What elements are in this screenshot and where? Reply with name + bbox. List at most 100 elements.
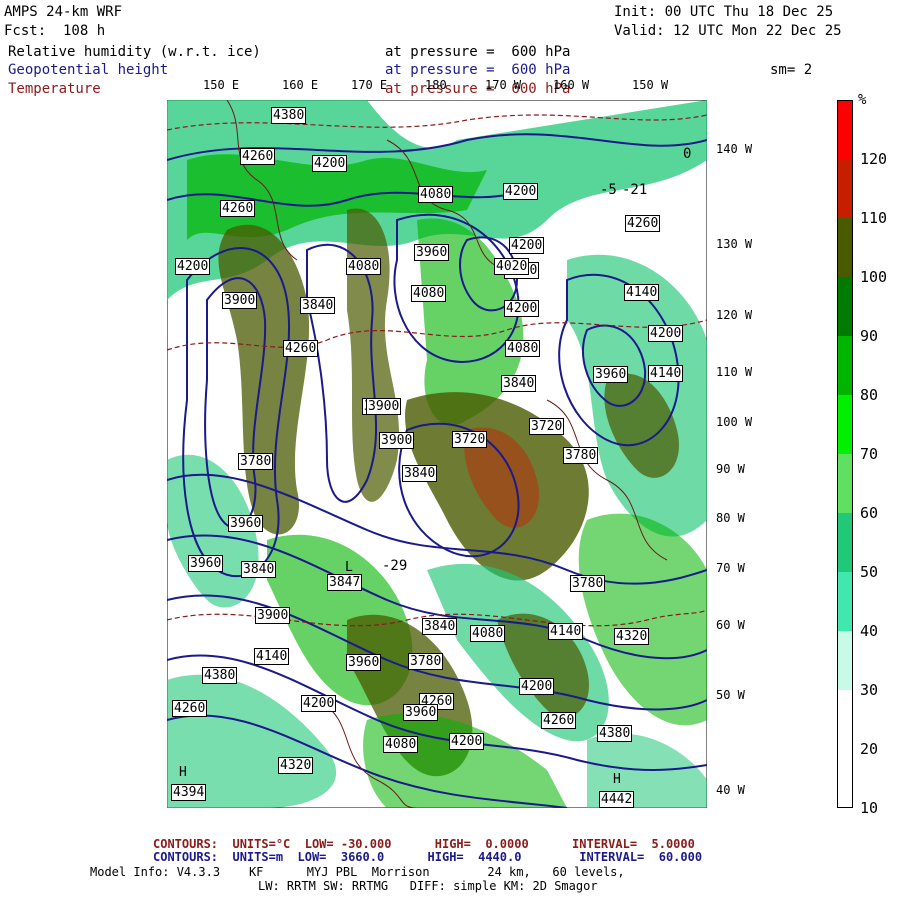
height-contour-label: 3780 xyxy=(563,447,599,464)
physics-info: LW: RRTM SW: RRTMG DIFF: simple KM: 2D S… xyxy=(258,879,598,893)
colorbar-segment xyxy=(837,218,853,277)
colorbar-segment xyxy=(837,395,853,454)
height-contour-label: 3960 xyxy=(346,654,382,671)
model-title: AMPS 24-km WRF xyxy=(4,4,123,20)
colorbar-tick-label: 30 xyxy=(860,681,879,699)
lon-label-top: 170 W xyxy=(485,78,522,92)
model-info: Model Info: V4.3.3 KF MYJ PBL Morrison 2… xyxy=(90,865,625,879)
temp-label: -21 xyxy=(622,182,648,198)
lon-label-top: 180 xyxy=(425,78,447,92)
lon-label-top: 160 E xyxy=(282,78,319,92)
high-pressure-value: 4442 xyxy=(599,791,635,808)
colorbar-tick-label: 60 xyxy=(860,504,879,522)
height-contour-label: 3780 xyxy=(238,453,274,470)
temp-label: -29 xyxy=(382,558,408,574)
height-contour-label: 4260 xyxy=(240,148,276,165)
smoothing-label: sm= 2 xyxy=(770,62,813,78)
height-contour-label: 4260 xyxy=(541,712,577,729)
height-contour-label: 4260 xyxy=(625,215,661,232)
height-contour-label: 4020 xyxy=(494,258,530,275)
colorbar-unit: % xyxy=(858,92,867,108)
lon-label-right: 120 W xyxy=(716,308,753,322)
height-contour-label: 4200 xyxy=(301,695,337,712)
lon-label-top: 150 W xyxy=(632,78,669,92)
colorbar-segment xyxy=(837,277,853,336)
height-contour-label: 4200 xyxy=(175,258,211,275)
field-rh-name: Relative humidity (w.r.t. ice) xyxy=(8,44,261,60)
height-contour-label: 4080 xyxy=(418,186,454,203)
height-contour-label: 3900 xyxy=(222,292,258,309)
height-contour-label: 4140 xyxy=(254,648,290,665)
colorbar-segment xyxy=(837,159,853,218)
lon-label-right: 110 W xyxy=(716,365,753,379)
height-contour-label: 4140 xyxy=(648,365,684,382)
height-contour-label: 3840 xyxy=(422,618,458,635)
colorbar-segment xyxy=(837,454,853,513)
height-contour-label: 3840 xyxy=(300,297,336,314)
height-contour-info: CONTOURS: UNITS=m LOW= 3660.0 HIGH= 4440… xyxy=(153,850,703,864)
height-contour-label: 4320 xyxy=(278,757,314,774)
field-height-level: at pressure = 600 hPa xyxy=(385,62,571,78)
valid-time: Valid: 12 UTC Mon 22 Dec 25 xyxy=(614,23,842,39)
init-time: Init: 00 UTC Thu 18 Dec 25 xyxy=(614,4,834,20)
lon-label-right: 130 W xyxy=(716,237,753,251)
height-contour-label: 3960 xyxy=(593,366,629,383)
height-contour-label: 4200 xyxy=(509,237,545,254)
colorbar-segment xyxy=(837,336,853,395)
height-contour-label: 3960 xyxy=(228,515,264,532)
height-contour-label: 3840 xyxy=(241,561,277,578)
field-temp-level: at pressure = 600 hPa xyxy=(385,81,571,97)
height-contour-label: 3780 xyxy=(408,653,444,670)
height-contour-label: 4140 xyxy=(624,284,660,301)
lon-label-right: 80 W xyxy=(716,511,745,525)
colorbar-segment xyxy=(837,631,853,690)
colorbar-tick-label: 90 xyxy=(860,327,879,345)
high-pressure-value: 4394 xyxy=(171,784,207,801)
height-contour-label: 4140 xyxy=(548,623,584,640)
height-contour-label: 3840 xyxy=(501,375,537,392)
height-contour-label: 4260 xyxy=(220,200,256,217)
colorbar-tick-label: 110 xyxy=(860,209,888,227)
colorbar-segment xyxy=(837,100,853,159)
height-contour-label: 3780 xyxy=(570,575,606,592)
height-contour-label: 4200 xyxy=(504,300,540,317)
height-contour-label: 4260 xyxy=(283,340,319,357)
height-contour-label: 4080 xyxy=(346,258,382,275)
lon-label-top: 170 E xyxy=(351,78,388,92)
colorbar-tick-label: 80 xyxy=(860,386,879,404)
colorbar-tick-label: 10 xyxy=(860,799,879,817)
colorbar-segment xyxy=(837,572,853,631)
height-contour-label: 4200 xyxy=(519,678,555,695)
colorbar-segment xyxy=(837,690,853,749)
height-contour-label: 3900 xyxy=(366,398,402,415)
temp-label: 0 xyxy=(683,146,692,162)
high-pressure-mark: H xyxy=(179,765,187,780)
height-contour-label: 4080 xyxy=(470,625,506,642)
field-rh-level: at pressure = 600 hPa xyxy=(385,44,571,60)
lon-label-right: 70 W xyxy=(716,561,745,575)
lon-label-right: 100 W xyxy=(716,415,753,429)
height-contour-label: 4200 xyxy=(449,733,485,750)
lon-label-right: 50 W xyxy=(716,688,745,702)
colorbar-tick-label: 40 xyxy=(860,622,879,640)
colorbar-tick-label: 70 xyxy=(860,445,879,463)
height-contour-label: 4200 xyxy=(648,325,684,342)
colorbar-segment xyxy=(837,513,853,572)
colorbar-tick-label: 20 xyxy=(860,740,879,758)
lon-label-right: 90 W xyxy=(716,462,745,476)
height-contour-label: 4080 xyxy=(383,736,419,753)
lon-label-right: 40 W xyxy=(716,783,745,797)
height-contour-label: 4380 xyxy=(271,107,307,124)
low-pressure-value: 3847 xyxy=(327,574,363,591)
height-contour-label: 4200 xyxy=(503,183,539,200)
lon-label-right: 60 W xyxy=(716,618,745,632)
height-contour-label: 4320 xyxy=(614,628,650,645)
lon-label-top: 160 W xyxy=(553,78,590,92)
height-contour-label: 3840 xyxy=(402,465,438,482)
humidity-colorbar xyxy=(837,100,853,808)
height-contour-label: 3900 xyxy=(255,607,291,624)
field-temp-name: Temperature xyxy=(8,81,101,97)
colorbar-tick-label: 50 xyxy=(860,563,879,581)
height-contour-label: 4380 xyxy=(597,725,633,742)
high-pressure-mark: H xyxy=(613,772,621,787)
